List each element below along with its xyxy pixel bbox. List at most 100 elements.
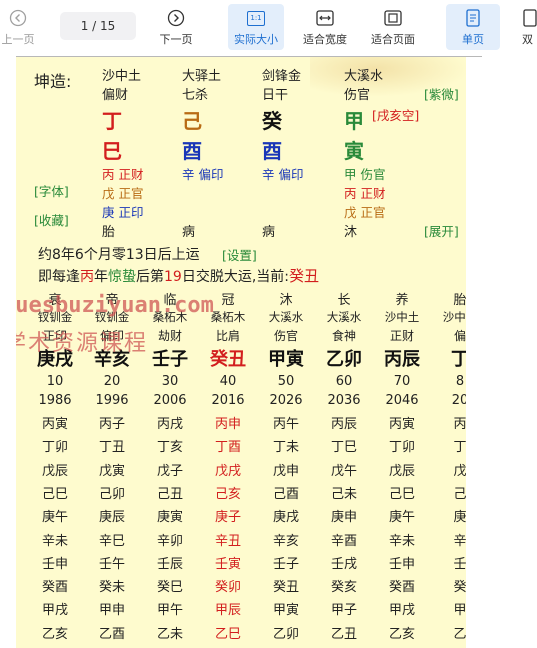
dizhi-2: 酉 — [182, 139, 202, 163]
liunian-cell: 甲申 — [98, 603, 125, 619]
next-page-button[interactable]: 下一页 — [152, 4, 200, 50]
liunian-cell: 辛亥 — [272, 533, 299, 549]
dayun-shishen-7: 正财 — [389, 329, 414, 343]
dayun-age-6: 60 — [335, 374, 353, 389]
liunian-cell: 壬 — [453, 556, 466, 572]
liunian-cell: 丁巳 — [330, 440, 357, 456]
liunian-cell: 庚午 — [388, 510, 415, 526]
liunian-cell: 丙寅 — [388, 417, 415, 432]
dayun-ganzhi-7: 丙辰 — [384, 349, 420, 370]
nayin-3: 剑锋金 — [262, 69, 302, 84]
liunian-cell: 癸未 — [98, 580, 125, 596]
liunian-cell: 丙戌 — [156, 417, 183, 432]
changsheng-1: 胎 — [102, 225, 116, 240]
fit-page-label: 适合页面 — [371, 33, 415, 46]
liunian-cell: 丙辰 — [330, 417, 357, 432]
dayun-year-1: 1986 — [38, 393, 72, 408]
liunian-cell: 癸酉 — [41, 580, 68, 596]
prev-page-button[interactable]: 上一页 — [0, 4, 36, 50]
qiyun-text: 约8年6个月零13日后上运 — [38, 247, 200, 263]
liunian-cell: 己 — [453, 486, 466, 502]
dayun-year-8: 20 — [451, 393, 466, 408]
double-page-button[interactable]: 双 — [522, 4, 537, 50]
dayun-year-4: 2016 — [211, 393, 245, 408]
shishen-1: 偏财 — [102, 88, 129, 103]
liunian-cell: 庚 — [453, 510, 466, 526]
dayun-year-5: 2026 — [269, 393, 303, 408]
liunian-cell: 癸巳 — [156, 580, 183, 596]
page-number-input[interactable]: 1 / 15 — [60, 12, 136, 40]
liunian-cell: 甲寅 — [272, 603, 299, 619]
liunian-cell: 甲 — [453, 603, 466, 619]
dayun-year-2: 1996 — [95, 393, 129, 408]
liunian-cell: 甲子 — [330, 603, 357, 619]
ziwei-link[interactable]: [紫微] — [424, 84, 459, 103]
canggan-4-2: 丙 正财 — [344, 186, 386, 201]
liunian-cell: 壬辰 — [156, 556, 183, 572]
dayun-age-8: 8 — [455, 374, 465, 389]
dayun-year-6: 2036 — [327, 393, 361, 408]
dayun-shishen-8: 偏 — [453, 329, 466, 343]
liunian-cell: 乙丑 — [330, 626, 357, 642]
liunian-cell: 壬申 — [388, 556, 415, 572]
dayun-ganzhi-5: 甲寅 — [268, 349, 304, 370]
liunian-cell: 己酉 — [272, 486, 299, 502]
liunian-cell: 辛未 — [388, 533, 415, 549]
double-page-label: 双 — [522, 33, 533, 46]
dayun-changsheng-8: 胎 — [453, 293, 466, 308]
dayun-changsheng-7: 养 — [395, 293, 409, 308]
liunian-cell: 丁卯 — [388, 440, 415, 456]
liunian-cell: 己未 — [330, 486, 357, 502]
liunian-cell: 庚辰 — [98, 510, 125, 526]
single-page-icon — [463, 8, 483, 28]
liunian-cell: 丙 — [453, 417, 466, 432]
actual-size-button[interactable]: 1:1 实际大小 — [228, 4, 284, 50]
liunian-cell: 乙卯 — [272, 626, 299, 642]
dayun-nayin-6: 大溪水 — [326, 310, 362, 324]
jiaoyun-prefix: 即每逢 — [38, 269, 80, 285]
liunian-cell: 乙酉 — [98, 626, 125, 642]
dayun-year-7: 2046 — [385, 393, 419, 408]
liunian-cell: 甲辰 — [214, 603, 241, 619]
dayun-shishen-5: 伤官 — [273, 329, 298, 343]
chevron-right-icon — [166, 8, 186, 28]
pdf-toolbar: 上一页 1 / 15 下一页 1:1 实际大小 适合宽度 适合页面 单页 双 — [0, 0, 537, 56]
fit-width-label: 适合宽度 — [303, 33, 347, 46]
setting-link[interactable]: [设置] — [222, 245, 257, 264]
liunian-cell: 丁酉 — [214, 440, 241, 456]
shishen-4: 伤官 — [344, 88, 371, 103]
dizhi-1: 巳 — [102, 139, 122, 163]
liunian-cell: 甲午 — [156, 603, 183, 619]
collect-link[interactable]: [收藏] — [34, 210, 69, 229]
liunian-cell: 庚子 — [214, 510, 241, 526]
liunian-cell: 壬子 — [272, 556, 299, 572]
fit-width-icon — [315, 8, 335, 28]
liunian-cell: 戊 — [453, 463, 466, 479]
liunian-cell: 丙申 — [214, 417, 241, 432]
jiaoyun-year: 丙 — [80, 269, 94, 285]
liunian-cell: 戊寅 — [98, 463, 125, 479]
liunian-cell: 辛巳 — [98, 533, 125, 549]
expand-link[interactable]: [展开] — [424, 221, 459, 240]
jiaoyun-line: 即每逢丙年惊蛰后第19日交脱大运,当前:癸丑 — [38, 265, 319, 286]
shishen-3: 日干 — [262, 88, 289, 103]
dayun-ganzhi-4: 癸丑 — [210, 349, 246, 370]
liunian-cell: 己巳 — [388, 486, 415, 502]
liunian-cell: 癸酉 — [388, 580, 415, 596]
font-link[interactable]: [字体] — [34, 181, 69, 200]
liunian-cell: 丁亥 — [156, 440, 183, 456]
fit-width-button[interactable]: 适合宽度 — [298, 4, 352, 50]
shishen-2: 七杀 — [182, 88, 209, 103]
liunian-cell: 戊戌 — [214, 463, 241, 479]
canggan-1-1: 丙 正财 — [102, 167, 144, 182]
single-page-button[interactable]: 单页 — [446, 4, 500, 50]
dayun-nayin-8: 沙中土 — [442, 310, 466, 324]
tiangan-4: 甲 — [344, 109, 364, 133]
fit-page-button[interactable]: 适合页面 — [366, 4, 420, 50]
dizhi-4: 寅 — [344, 139, 364, 163]
canggan-4-3: 戊 正官 — [344, 205, 386, 220]
tiangan-3: 癸 — [262, 109, 282, 133]
jiaoyun-day: 19 — [164, 269, 182, 285]
canggan-1-2: 戊 正官 — [102, 186, 144, 201]
liunian-cell: 己丑 — [156, 486, 183, 502]
